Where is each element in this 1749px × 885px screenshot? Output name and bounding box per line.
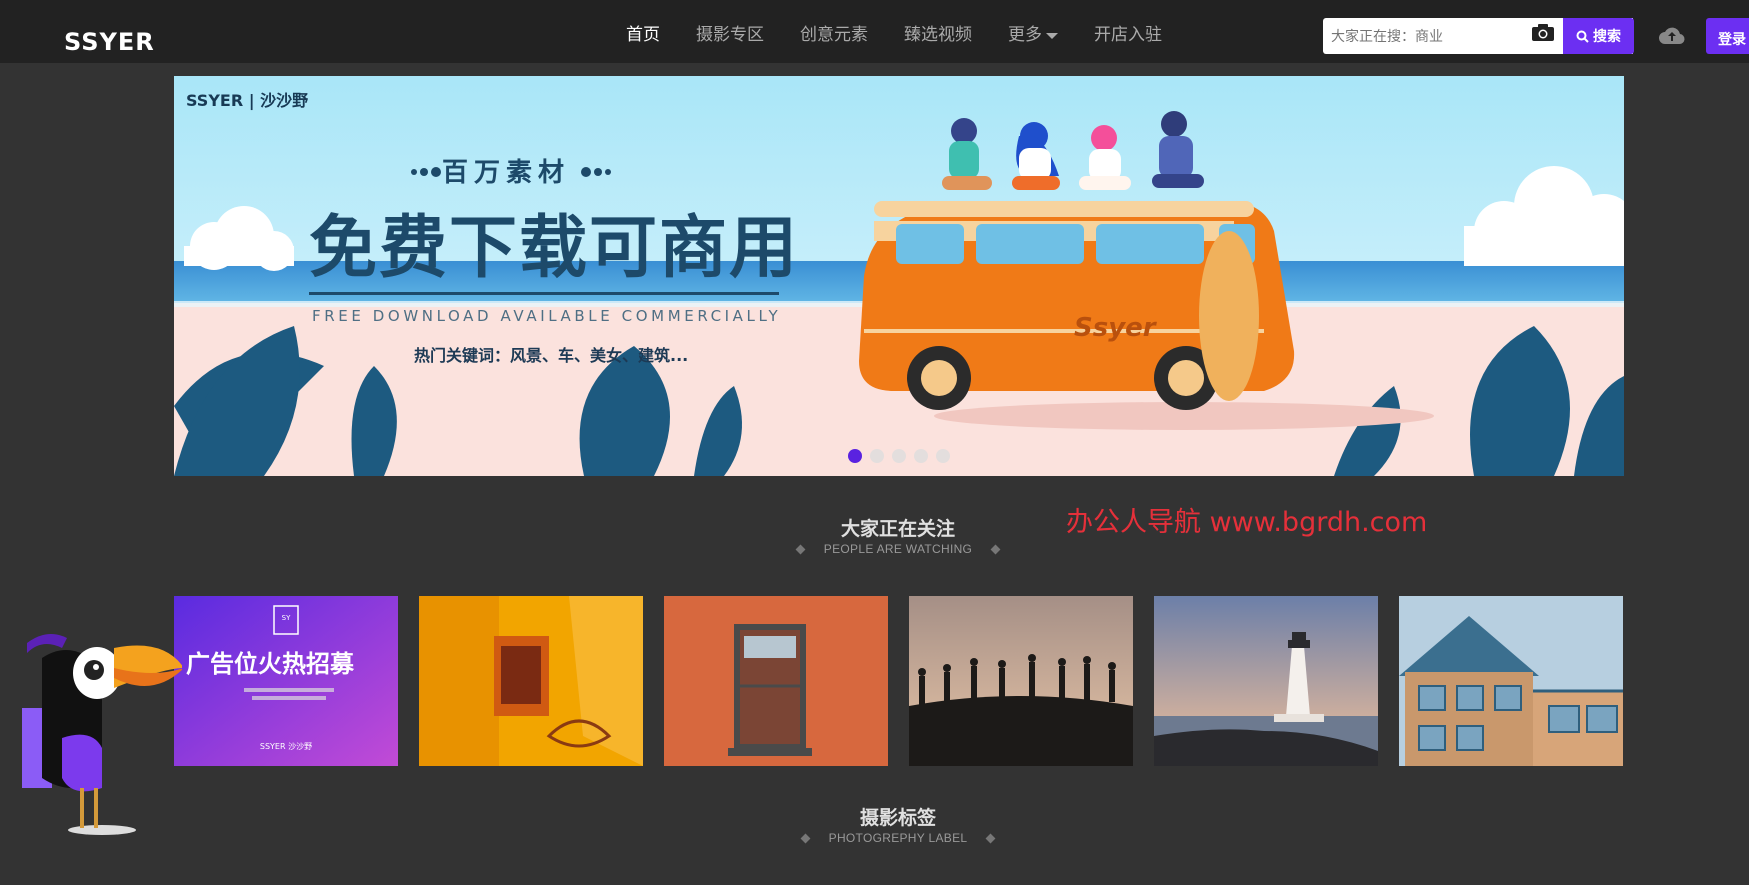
carousel-dot-1[interactable] — [848, 449, 862, 463]
banner-headline: 免费下载可商用 — [309, 209, 799, 288]
search-button-label: 搜索 — [1593, 28, 1621, 44]
nav-creative[interactable]: 创意元素 — [800, 20, 868, 45]
thumbnail-image — [1399, 596, 1623, 766]
diamond-icon — [990, 544, 1001, 555]
banner-illustration: SSYER | 沙沙野 百万素材 免费下载可商用 FREE DOWNLOAD A… — [174, 76, 1624, 476]
thumbnail-image — [419, 596, 643, 766]
carousel-dot-4[interactable] — [914, 449, 928, 463]
section-subtitle-photography-text: PHOTOGREPHY LABEL — [828, 831, 968, 845]
banner-brand: SSYER | 沙沙野 — [186, 91, 308, 111]
nav-home[interactable]: 首页 — [626, 20, 660, 45]
thumbnail-orange-window[interactable] — [664, 596, 888, 766]
login-button[interactable]: 登录 — [1706, 18, 1749, 54]
section-subtitle-photography: PHOTOGREPHY LABEL — [698, 831, 1098, 845]
carousel-dots — [848, 449, 950, 463]
upload-cloud-icon[interactable] — [1658, 24, 1686, 46]
diamond-icon — [985, 833, 996, 844]
carousel-dot-3[interactable] — [892, 449, 906, 463]
ad-text: 广告位火热招募 — [186, 650, 355, 678]
hero-banner[interactable]: SSYER | 沙沙野 百万素材 免费下载可商用 FREE DOWNLOAD A… — [174, 76, 1624, 476]
section-subtitle-watching: PEOPLE ARE WATCHING — [698, 542, 1098, 556]
van-text: Ssyer — [1074, 313, 1158, 343]
site-logo[interactable]: SSYER — [64, 28, 155, 56]
thumbnail-ad-recruit[interactable]: SY 广告位火热招募 SSYER 沙沙野 — [174, 596, 398, 766]
nav-video[interactable]: 臻选视频 — [904, 20, 972, 45]
section-title-watching: 大家正在关注 — [840, 519, 955, 540]
thumbnail-yellow-architecture[interactable] — [419, 596, 643, 766]
watermark-text: 办公人导航 www.bgrdh.com — [1066, 507, 1428, 538]
thumbnail-lighthouse[interactable] — [1154, 596, 1378, 766]
nav-open-shop[interactable]: 开店入驻 — [1094, 20, 1162, 45]
carousel-dot-2[interactable] — [870, 449, 884, 463]
thumbnail-image: SY 广告位火热招募 SSYER 沙沙野 — [174, 596, 398, 766]
nav-more[interactable]: 更多 — [1008, 20, 1058, 45]
thumbnail-wooden-house[interactable] — [1399, 596, 1623, 766]
toucan-mascot-icon[interactable] — [22, 618, 182, 838]
thumbnail-silhouettes[interactable] — [909, 596, 1133, 766]
search-button[interactable]: 搜索 — [1563, 18, 1634, 54]
banner-kicker: 百万素材 — [442, 158, 570, 188]
svg-text:SY: SY — [282, 614, 291, 622]
diamond-icon — [800, 833, 811, 844]
thumbnail-row: SY 广告位火热招募 SSYER 沙沙野 — [174, 596, 1623, 766]
nav-photography[interactable]: 摄影专区 — [696, 20, 764, 45]
chevron-down-icon — [1046, 32, 1058, 39]
search-icon — [1576, 30, 1589, 43]
thumbnail-image — [909, 596, 1133, 766]
thumbnail-image — [664, 596, 888, 766]
carousel-dot-5[interactable] — [936, 449, 950, 463]
banner-english: FREE DOWNLOAD AVAILABLE COMMERCIALLY — [312, 307, 781, 325]
camera-icon[interactable] — [1531, 23, 1555, 42]
section-title-photography: 摄影标签 — [859, 808, 936, 829]
diamond-icon — [795, 544, 806, 555]
section-subtitle-watching-text: PEOPLE ARE WATCHING — [823, 542, 973, 556]
banner-keywords: 热门关键词：风景、车、美女、建筑... — [414, 346, 688, 365]
nav-more-label: 更多 — [1008, 25, 1042, 44]
thumbnail-image — [1154, 596, 1378, 766]
ad-brand: SSYER 沙沙野 — [260, 742, 312, 751]
main-nav: 首页 摄影专区 创意元素 臻选视频 更多 开店入驻 — [626, 20, 1198, 45]
